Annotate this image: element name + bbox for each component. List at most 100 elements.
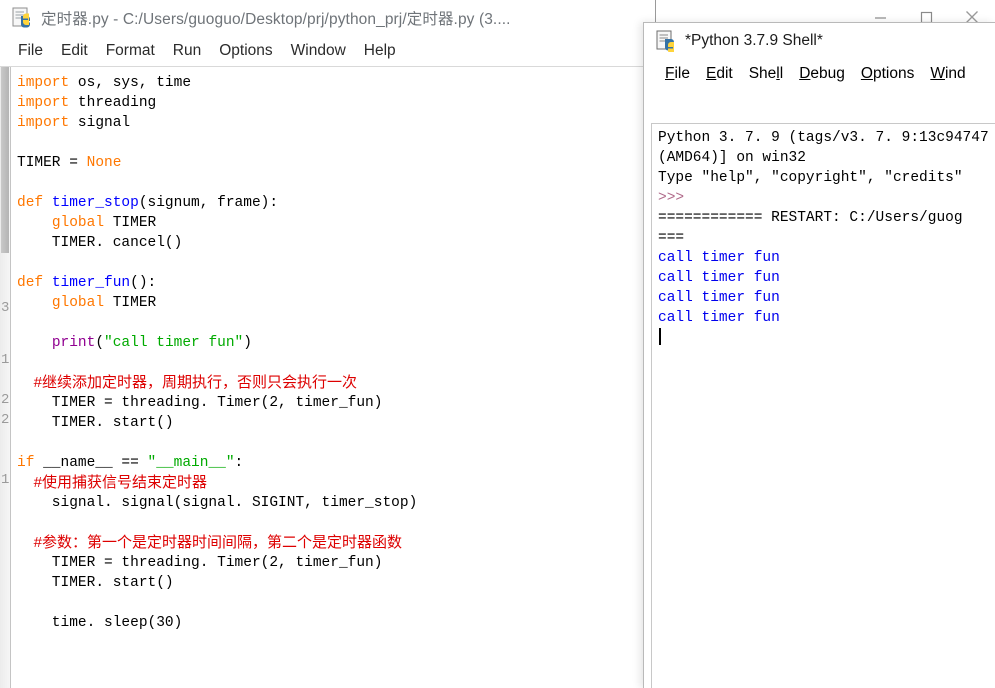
token-stdout: call timer fun — [658, 310, 780, 326]
token-str: "call timer fun" — [104, 335, 244, 351]
shell-line: call timer fun — [658, 308, 995, 328]
token-plain: TIMER — [104, 295, 157, 311]
token-plain: (): — [130, 275, 157, 291]
mnemonic: E — [705, 65, 717, 82]
shell-menu-options[interactable]: Options — [853, 65, 922, 83]
code-line: TIMER = None — [11, 153, 644, 173]
mnemonic: F — [665, 65, 675, 82]
shell-menubar: File Edit Shell Debug Options Wind — [644, 59, 995, 89]
token-cm: #使用捕获信号结束定时器 — [17, 474, 208, 491]
editor-text-area[interactable]: import os, sys, time import threading impo… — [11, 67, 644, 688]
code-line: #继续添加定时器，周期执行，否则只会执行一次 — [11, 373, 644, 393]
code-line: def timer_fun(): — [11, 273, 644, 293]
menu-window[interactable]: Window — [282, 42, 355, 60]
shell-output-text[interactable]: Python 3. 7. 9 (tags/v3. 7. 9:13c94747 (A… — [652, 124, 995, 348]
token-kw: import — [17, 95, 70, 111]
mnemonic: O — [860, 65, 873, 82]
shell-menu-file[interactable]: File — [657, 65, 698, 83]
token-plain: signal. signal(signal. SIGINT, timer_sto… — [17, 495, 418, 511]
text-cursor — [659, 328, 661, 345]
menu-file[interactable]: File — [9, 42, 52, 60]
editor-window-controls-strip — [656, 0, 995, 23]
token-plain: os, sys, time — [69, 75, 192, 91]
python-editor-window: 定时器.py - C:/Users/guoguo/Desktop/prj/pyt… — [0, 0, 656, 688]
code-line: #参数：第一个是定时器时间间隔，第二个是定时器函数 — [11, 533, 644, 553]
token-kw: if — [17, 455, 44, 471]
token-plain: ) — [243, 335, 252, 351]
token-kw: def — [17, 275, 52, 291]
token-prompt: >>> — [658, 190, 685, 206]
code-line: TIMER = threading. Timer(2, timer_fun) — [11, 393, 644, 413]
code-line: global TIMER — [11, 293, 644, 313]
token-plain: : — [234, 455, 244, 471]
code-line: import os, sys, time — [11, 73, 644, 93]
source-code[interactable]: import os, sys, time import threading impo… — [11, 67, 644, 633]
token-plain: Type "help", "copyright", "credits" — [658, 170, 963, 186]
menu-format[interactable]: Format — [97, 42, 164, 60]
editor-left-scrollbar-thumb[interactable] — [1, 67, 9, 253]
token-plain: threading — [69, 95, 157, 111]
shell-menu-edit[interactable]: Edit — [698, 65, 741, 83]
desktop: 定时器.py - C:/Users/guoguo/Desktop/prj/pyt… — [0, 0, 995, 688]
shell-line: Type "help", "copyright", "credits" — [658, 168, 995, 188]
shell-title: *Python 3.7.9 Shell* — [685, 32, 823, 49]
token-plain: ( — [95, 335, 105, 351]
python-shell-icon — [656, 30, 678, 54]
editor-titlebar[interactable]: 定时器.py - C:/Users/guoguo/Desktop/prj/pyt… — [0, 0, 655, 36]
token-plain: TIMER. start() — [17, 415, 174, 431]
shell-line: call timer fun — [658, 288, 995, 308]
code-line: def timer_stop(signum, frame): — [11, 193, 644, 213]
token-fn: timer_stop — [51, 195, 139, 211]
shell-line: === — [658, 228, 995, 248]
shell-menu-wind[interactable]: Wind — [922, 65, 973, 83]
code-line: #使用捕获信号结束定时器 — [11, 473, 644, 493]
token-cm: #参数：第一个是定时器时间间隔，第二个是定时器函数 — [17, 534, 403, 551]
token-plain: TIMER. cancel() — [17, 235, 183, 251]
token-kw: def — [17, 195, 52, 211]
token-plain: === — [658, 230, 685, 246]
code-line: if __name__ == "__main__": — [11, 453, 644, 473]
code-line: global TIMER — [11, 213, 644, 233]
editor-body: import os, sys, time import threading impo… — [0, 67, 655, 688]
shell-titlebar[interactable]: *Python 3.7.9 Shell* — [644, 23, 995, 59]
token-cm: #继续添加定时器，周期执行，否则只会执行一次 — [17, 374, 358, 391]
shell-menu-debug[interactable]: Debug — [791, 65, 853, 83]
token-str: "__main__" — [147, 455, 235, 471]
code-line: TIMER. start() — [11, 413, 644, 433]
code-line: import signal — [11, 113, 644, 133]
token-kw: import — [17, 115, 70, 131]
editor-left-scrollbar[interactable] — [0, 67, 11, 688]
code-line: TIMER = threading. Timer(2, timer_fun) — [11, 553, 644, 573]
code-line: import threading — [11, 93, 644, 113]
token-bi: print — [51, 335, 96, 351]
menu-help[interactable]: Help — [355, 42, 405, 60]
token-stdout: call timer fun — [658, 250, 780, 266]
menu-edit[interactable]: Edit — [52, 42, 97, 60]
token-plain: __name__ == — [43, 455, 148, 471]
token-kw: import — [17, 75, 70, 91]
shell-menu-shell[interactable]: Shell — [741, 65, 792, 83]
python-file-icon — [12, 7, 34, 29]
token-plain: TIMER = — [17, 155, 87, 171]
mnemonic: l — [776, 65, 780, 82]
shell-line — [658, 328, 995, 348]
token-plain: (signum, frame): — [138, 195, 279, 211]
token-kw: global — [51, 215, 105, 231]
menu-run[interactable]: Run — [164, 42, 210, 60]
code-line: print("call timer fun") — [11, 333, 644, 353]
token-stdout: call timer fun — [658, 290, 780, 306]
shell-output-area[interactable]: Python 3. 7. 9 (tags/v3. 7. 9:13c94747 (A… — [651, 123, 995, 688]
code-line: TIMER. start() — [11, 573, 644, 593]
menu-options[interactable]: Options — [210, 42, 281, 60]
line-number: 3 — [1, 300, 10, 316]
python-shell-window: *Python 3.7.9 Shell* File Edit Shell Debug O… — [643, 22, 995, 688]
mnemonic: W — [930, 65, 945, 82]
shell-line: call timer fun — [658, 268, 995, 288]
shell-line: (AMD64)] on win32 — [658, 148, 995, 168]
